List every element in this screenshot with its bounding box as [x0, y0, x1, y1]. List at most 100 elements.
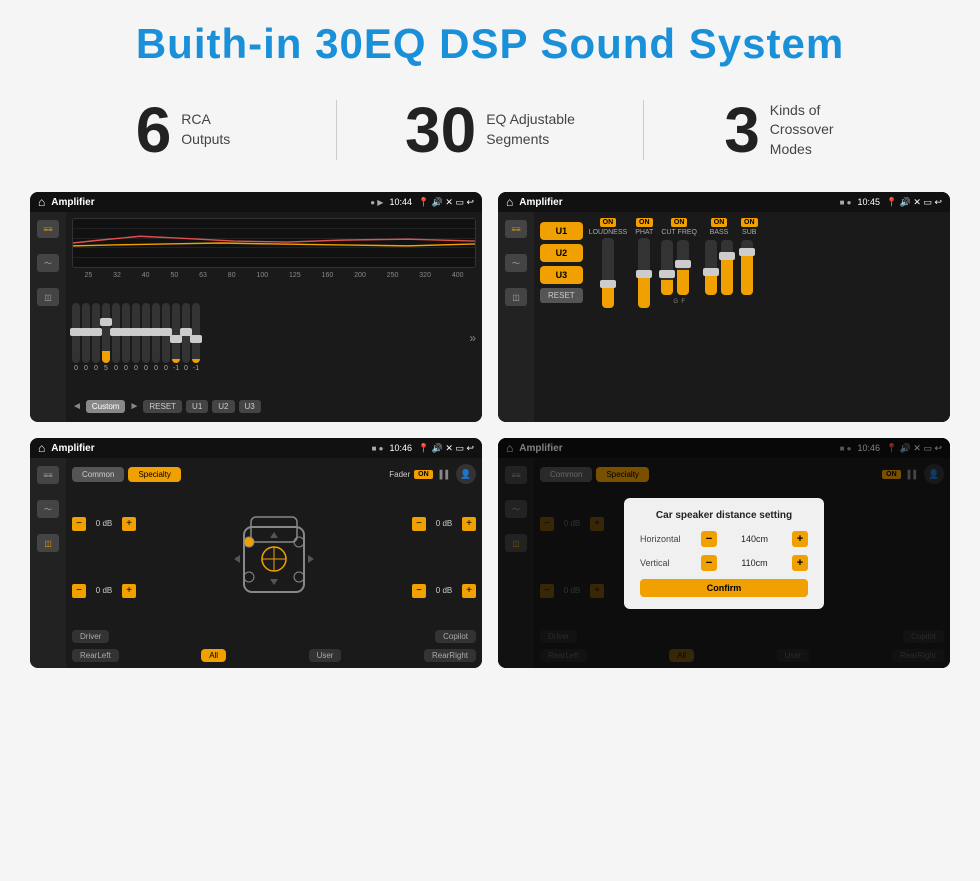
- eq-status-bar: ⌂ Amplifier ● ▶ 10:44 📍 🔊 ✕ ▭ ↩: [30, 192, 482, 212]
- fader-status-bar: ⌂ Amplifier ■ ● 10:46 📍 🔊 ✕ ▭ ↩: [30, 438, 482, 458]
- crossover-sliders: ON LOUDNESS ON PHAT: [589, 218, 944, 416]
- channel-loudness-track[interactable]: [602, 238, 614, 308]
- eq-custom-label: Custom: [86, 400, 126, 413]
- stat-crossover-number: 3: [724, 98, 760, 162]
- eq-band-labels: 253240506380100125160200250320400: [72, 272, 476, 279]
- channel-bass-g-track[interactable]: [721, 240, 733, 295]
- crossover-sidebar-eq-icon[interactable]: ≡≡: [505, 220, 527, 238]
- fader-vol-rr-minus[interactable]: −: [412, 584, 426, 598]
- fader-vol-rl-plus[interactable]: +: [122, 584, 136, 598]
- fader-label: Fader ON ▐▐: [389, 470, 448, 479]
- fader-time: 10:46: [389, 443, 412, 453]
- eq-next-button[interactable]: ►: [129, 401, 139, 412]
- fader-on-toggle[interactable]: ON: [414, 470, 433, 479]
- fader-sidebar-speaker-icon[interactable]: ◫: [37, 534, 59, 552]
- fader-settings-icon[interactable]: 👤: [456, 464, 476, 484]
- fader-controls-area: − 0 dB + − 0 dB +: [72, 490, 476, 624]
- eq-u2-button[interactable]: U2: [212, 400, 234, 413]
- channel-phat-label: PHAT: [635, 229, 653, 236]
- fader-home-icon[interactable]: ⌂: [38, 441, 45, 455]
- crossover-status-bar: ⌂ Amplifier ■ ● 10:45 📍 🔊 ✕ ▭ ↩: [498, 192, 950, 212]
- fader-vol-rl-value: 0 dB: [90, 586, 118, 595]
- channel-cutfreq-g-track[interactable]: [661, 240, 673, 295]
- dialog-horizontal-value: 140cm: [723, 534, 786, 544]
- crossover-presets: U1 U2 U3 RESET: [540, 218, 583, 416]
- dialog-vertical-minus[interactable]: −: [701, 555, 717, 571]
- eq-content: ≡≡ 〜 ◫: [30, 212, 482, 422]
- eq-sidebar-eq-icon[interactable]: ≡≡: [37, 220, 59, 238]
- fader-tab-specialty[interactable]: Specialty: [128, 467, 180, 482]
- fader-vol-fr-plus[interactable]: +: [462, 517, 476, 531]
- eq-slider-9: 0: [152, 303, 160, 372]
- eq-u1-button[interactable]: U1: [186, 400, 208, 413]
- eq-slider-8: 0: [142, 303, 150, 372]
- channel-sub-on: ON: [741, 218, 758, 227]
- channel-loudness: ON LOUDNESS: [589, 218, 628, 308]
- fader-tab-common[interactable]: Common: [72, 467, 124, 482]
- eq-home-icon[interactable]: ⌂: [38, 195, 45, 209]
- fader-bottom-row: RearLeft All User RearRight: [72, 649, 476, 662]
- stat-eq-label: EQ AdjustableSegments: [486, 110, 575, 149]
- eq-prev-button[interactable]: ◄: [72, 401, 82, 412]
- speaker-all-button[interactable]: All: [201, 649, 226, 662]
- fader-vol-rr-plus[interactable]: +: [462, 584, 476, 598]
- fader-vol-fl-minus[interactable]: −: [72, 517, 86, 531]
- fader-vol-rl: − 0 dB +: [72, 584, 136, 598]
- eq-slider-6: 0: [122, 303, 130, 372]
- eq-sidebar-speaker-icon[interactable]: ◫: [37, 288, 59, 306]
- eq-slider-5: 0: [112, 303, 120, 372]
- eq-more-icon[interactable]: »: [469, 331, 476, 345]
- preset-u2-button[interactable]: U2: [540, 244, 583, 262]
- fader-main-panel: Common Specialty Fader ON ▐▐ 👤 −: [66, 458, 482, 668]
- stat-rca: 6 RCAOutputs: [30, 98, 336, 162]
- speaker-copilot-button[interactable]: Copilot: [435, 630, 476, 643]
- speaker-driver-button[interactable]: Driver: [72, 630, 109, 643]
- crossover-screen: ⌂ Amplifier ■ ● 10:45 📍 🔊 ✕ ▭ ↩ ≡≡ 〜 ◫ U…: [498, 192, 950, 422]
- crossover-sidebar-speaker-icon[interactable]: ◫: [505, 288, 527, 306]
- dialog-horizontal-plus[interactable]: +: [792, 531, 808, 547]
- channel-sub: ON SUB: [741, 218, 758, 236]
- fader-content: ≡≡ 〜 ◫ Common Specialty Fader ON ▐▐ 👤: [30, 458, 482, 668]
- stats-row: 6 RCAOutputs 30 EQ AdjustableSegments 3 …: [30, 98, 950, 162]
- fader-vol-rr-value: 0 dB: [430, 586, 458, 595]
- eq-slider-11: -1: [172, 303, 180, 372]
- dialog-confirm-button[interactable]: Confirm: [640, 579, 808, 597]
- channel-bass-f-track[interactable]: [705, 240, 717, 295]
- channel-cutfreq-f-track[interactable]: [677, 240, 689, 295]
- speaker-user-button[interactable]: User: [309, 649, 342, 662]
- eq-sidebar-wave-icon[interactable]: 〜: [37, 254, 59, 272]
- fader-vol-fr-minus[interactable]: −: [412, 517, 426, 531]
- channel-phat-track[interactable]: [638, 238, 650, 308]
- crossover-sidebar-wave-icon[interactable]: 〜: [505, 254, 527, 272]
- fader-sidebar: ≡≡ 〜 ◫: [30, 458, 66, 668]
- dialog-vertical-label: Vertical: [640, 558, 695, 568]
- stat-crossover-label: Kinds ofCrossover Modes: [770, 101, 870, 160]
- speaker-rearright-button[interactable]: RearRight: [424, 649, 476, 662]
- eq-status-icons: 📍 🔊 ✕ ▭ ↩: [418, 197, 474, 208]
- eq-reset-button[interactable]: RESET: [143, 400, 182, 413]
- dialog-vertical-plus[interactable]: +: [792, 555, 808, 571]
- stat-eq: 30 EQ AdjustableSegments: [337, 98, 643, 162]
- preset-u1-button[interactable]: U1: [540, 222, 583, 240]
- channel-cutfreq: ON CUT FREQ: [661, 218, 697, 236]
- fader-vol-fl-plus[interactable]: +: [122, 517, 136, 531]
- dialog-vertical-value: 110cm: [723, 558, 786, 568]
- stat-eq-number: 30: [405, 98, 476, 162]
- fader-sidebar-wave-icon[interactable]: 〜: [37, 500, 59, 518]
- crossover-reset-button[interactable]: RESET: [540, 288, 583, 303]
- crossover-content: ≡≡ 〜 ◫ U1 U2 U3 RESET ON LOUDNESS: [498, 212, 950, 422]
- fader-right-vols: − 0 dB + − 0 dB +: [412, 490, 476, 624]
- speaker-rearleft-button[interactable]: RearLeft: [72, 649, 119, 662]
- crossover-sidebar: ≡≡ 〜 ◫: [498, 212, 534, 422]
- channel-cutfreq-label: CUT FREQ: [661, 229, 697, 236]
- preset-u3-button[interactable]: U3: [540, 266, 583, 284]
- crossover-title: Amplifier: [519, 197, 833, 208]
- channel-sub-track[interactable]: [741, 240, 753, 295]
- eq-u3-button[interactable]: U3: [239, 400, 261, 413]
- eq-slider-10: 0: [162, 303, 170, 372]
- dialog-horizontal-label: Horizontal: [640, 534, 695, 544]
- fader-sidebar-eq-icon[interactable]: ≡≡: [37, 466, 59, 484]
- dialog-horizontal-minus[interactable]: −: [701, 531, 717, 547]
- crossover-home-icon[interactable]: ⌂: [506, 195, 513, 209]
- fader-vol-rl-minus[interactable]: −: [72, 584, 86, 598]
